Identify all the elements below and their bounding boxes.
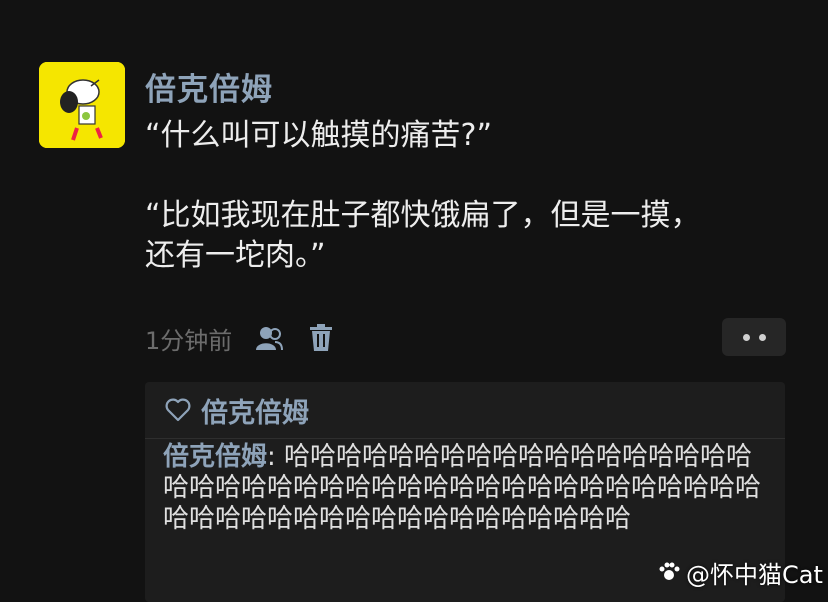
comment-author[interactable]: 倍克倍姆 [163,442,267,472]
paw-icon [659,562,680,580]
comment-item[interactable]: 倍克倍姆: 哈哈哈哈哈哈哈哈哈哈哈哈哈哈哈哈哈哈哈哈哈哈哈哈哈哈哈哈哈哈哈哈哈哈… [163,442,775,535]
trash-icon[interactable] [306,323,336,353]
people-icon[interactable] [254,323,284,353]
liked-by-name[interactable]: 倍克倍姆 [201,391,309,430]
heart-icon [165,398,191,422]
divider [145,438,785,439]
post-timestamp: 1分钟前 [145,326,233,355]
comment-separator: : [267,442,285,472]
more-dots-icon[interactable] [722,318,786,356]
post-author-name[interactable]: 倍克倍姆 [145,64,273,109]
avatar[interactable] [39,62,125,148]
post-meta-bar: 1分钟前 [145,320,336,356]
watermark-text: @怀中猫Cat [686,560,823,589]
dot [742,333,750,341]
watermark: @怀中猫Cat [658,556,823,589]
cartoon-avatar-image [39,62,125,148]
likes-row: 倍克倍姆 [165,390,309,430]
dot [758,333,766,341]
post-text: “什么叫可以触摸的痛苦?” “比如我现在肚子都快饿扁了，但是一摸， 还有一坨肉。… [145,118,701,273]
